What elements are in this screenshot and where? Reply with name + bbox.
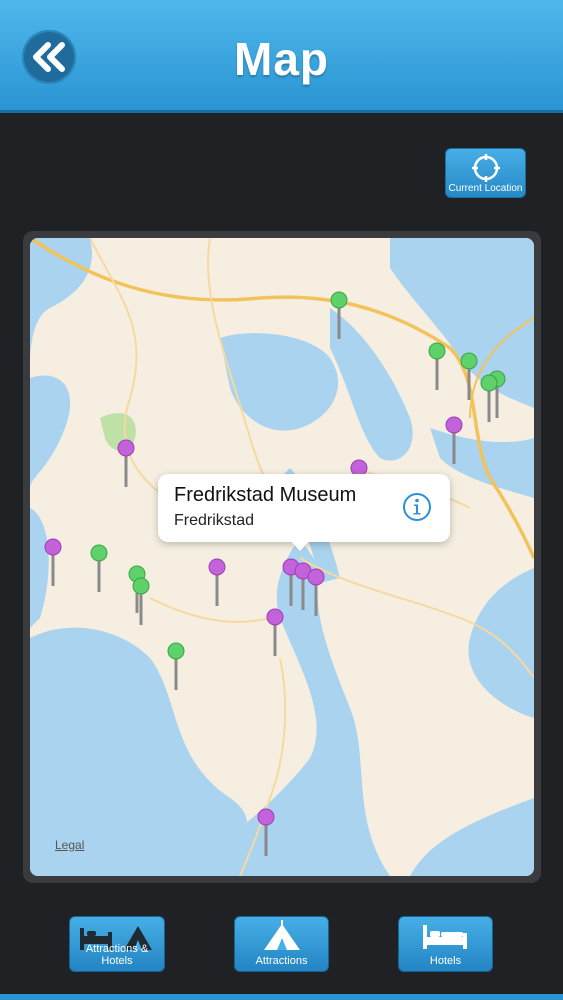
- tab-attractions-label: Attractions: [255, 955, 308, 967]
- map-pin-hotel[interactable]: [307, 568, 325, 616]
- callout-subtitle: Fredrikstad: [174, 512, 255, 529]
- info-icon[interactable]: [402, 492, 432, 522]
- current-location-label: Current Location: [448, 183, 523, 194]
- crosshair-icon: [472, 154, 500, 182]
- page-title: Map: [234, 33, 329, 85]
- map-callout[interactable]: Fredrikstad Museum Fredrikstad: [158, 474, 450, 551]
- map-pin-hotel[interactable]: [44, 538, 62, 586]
- tab-attractions-hotels[interactable]: Attractions & Hotels: [69, 916, 165, 972]
- bottom-accent-bar: [0, 994, 563, 1000]
- bed-icon: [423, 925, 467, 949]
- header-bar: Map: [0, 0, 563, 113]
- map-frame: Fredrikstad Museum Fredrikstad Legal: [23, 231, 541, 883]
- map-pin-attraction[interactable]: [428, 342, 446, 390]
- current-location-button[interactable]: Current Location: [445, 148, 526, 198]
- callout-title: Fredrikstad Museum: [174, 484, 357, 506]
- tent-icon: [264, 920, 300, 950]
- tab-attractions[interactable]: Attractions: [234, 916, 329, 972]
- tab-hotels[interactable]: Hotels: [398, 916, 493, 972]
- map-pin-attraction[interactable]: [90, 544, 108, 592]
- map-pin-hotel[interactable]: [117, 439, 135, 487]
- legal-link[interactable]: Legal: [55, 838, 84, 852]
- tab-hotels-label: Hotels: [429, 955, 462, 967]
- map-view[interactable]: Fredrikstad Museum Fredrikstad Legal: [30, 238, 534, 876]
- map-pin-hotel[interactable]: [257, 808, 275, 856]
- tab-attractions-hotels-label: Attractions & Hotels: [85, 943, 149, 967]
- map-pin-attraction[interactable]: [330, 291, 348, 339]
- map-pin-attraction[interactable]: [460, 352, 478, 400]
- map-pin-hotel[interactable]: [208, 558, 226, 606]
- map-pin-hotel[interactable]: [445, 416, 463, 464]
- map-pin-attraction[interactable]: [480, 374, 498, 422]
- map-pin-attraction[interactable]: [132, 577, 150, 625]
- callout-pointer: [288, 538, 312, 551]
- map-pin-hotel[interactable]: [266, 608, 284, 656]
- map-pin-attraction[interactable]: [167, 642, 185, 690]
